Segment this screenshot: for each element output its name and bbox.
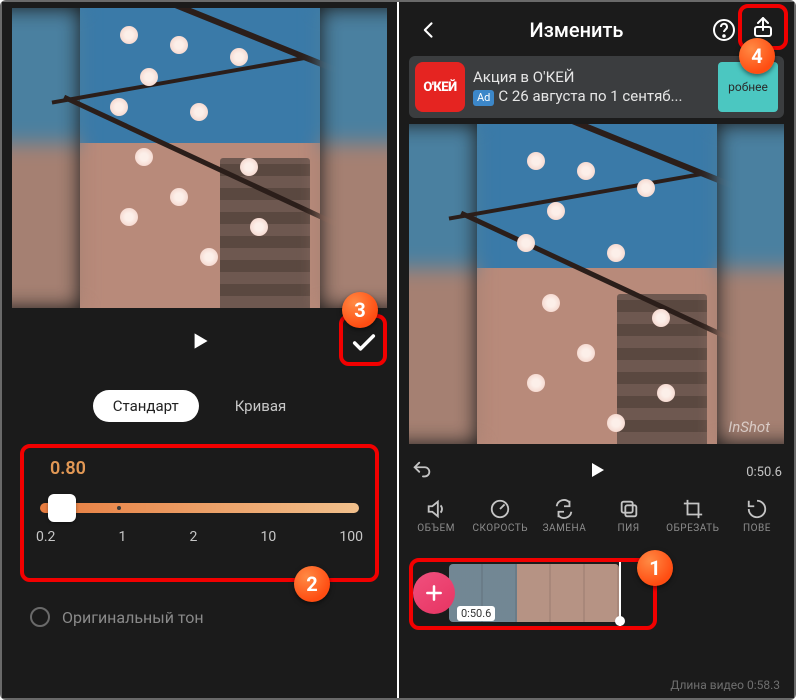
video-preview: InShot [409, 124, 784, 444]
play-button[interactable] [585, 458, 609, 486]
page-title: Изменить [530, 18, 624, 42]
speed-value: 0.80 [20, 444, 379, 489]
tool-rotate[interactable]: ПОВЕ [726, 498, 788, 534]
total-duration: Длина видео 0:58.3 [670, 678, 780, 692]
speed-slider[interactable] [40, 497, 359, 519]
back-button[interactable] [411, 12, 447, 48]
screen-editor-main: Изменить О'КЕЙ Акция в О'КЕЙ AdС 26 авгу… [399, 2, 794, 698]
original-tone-label: Оригинальный тон [62, 608, 204, 627]
tab-standard[interactable]: Стандарт [93, 390, 199, 422]
tool-replace[interactable]: ЗАМЕНА [533, 498, 595, 534]
tool-speed[interactable]: СКОРОСТЬ [469, 498, 531, 534]
add-clip-button[interactable] [413, 572, 455, 614]
original-tone-toggle[interactable]: Оригинальный тон [30, 607, 204, 627]
tool-copy[interactable]: ПИЯ [598, 498, 660, 534]
screen-speed-adjust: Стандарт Кривая 0.80 0.2 1 2 10 100 Ориг… [2, 2, 397, 698]
editor-header: Изменить [399, 8, 794, 52]
share-button[interactable] [738, 4, 788, 50]
ad-cta-button[interactable]: робнее [718, 62, 778, 112]
clip-duration-badge: 0:50.6 [457, 606, 495, 621]
speed-ticks: 0.2 1 2 10 100 [36, 529, 363, 545]
tool-crop[interactable]: ОБРЕЗАТЬ [662, 498, 724, 534]
play-button[interactable] [187, 328, 213, 358]
tool-strip: ОБЪЕМ СКОРОСТЬ ЗАМЕНА ПИЯ ОБРЕЗАТЬ ПОВЕ [399, 498, 794, 534]
split-handle[interactable] [615, 616, 625, 626]
watermark[interactable]: InShot [728, 418, 770, 436]
speed-mode-tabs: Стандарт Кривая [2, 390, 397, 422]
ad-badge: Ad [473, 90, 494, 106]
ad-logo: О'КЕЙ [415, 62, 465, 112]
radio-icon [30, 607, 50, 627]
ad-subtext: С 26 августа по 1 сентяб... [498, 87, 682, 105]
tab-curve[interactable]: Кривая [215, 390, 307, 422]
tool-volume[interactable]: ОБЪЕМ [405, 498, 467, 534]
ad-banner[interactable]: О'КЕЙ Акция в О'КЕЙ AdС 26 августа по 1 … [409, 56, 784, 118]
video-preview [12, 8, 387, 308]
help-button[interactable] [706, 12, 742, 48]
timeline[interactable]: 0:50.6 [409, 562, 784, 640]
speed-slider-thumb[interactable] [48, 494, 76, 522]
confirm-button[interactable] [341, 317, 387, 369]
speed-slider-panel: 0.80 0.2 1 2 10 100 [20, 444, 379, 582]
ad-headline: Акция в О'КЕЙ [473, 68, 710, 88]
